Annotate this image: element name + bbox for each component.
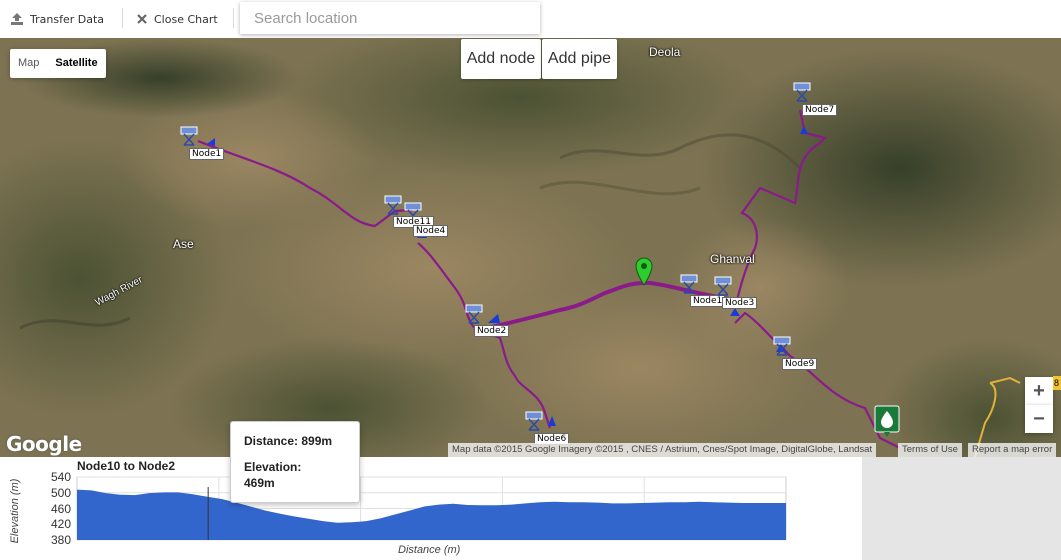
road-shield: 8	[1053, 376, 1061, 390]
map-attribution: Map data ©2015 Google Imagery ©2015 , CN…	[448, 443, 877, 457]
close-chart-button[interactable]: Close Chart	[136, 10, 218, 28]
zoom-out-button[interactable]: −	[1025, 405, 1053, 433]
place-label: Ghanval	[710, 252, 755, 266]
side-panel	[862, 457, 1061, 560]
close-icon	[137, 14, 147, 24]
add-pipe-button[interactable]: Add pipe	[542, 39, 617, 79]
node-tower-icon[interactable]	[773, 336, 791, 356]
terms-of-use-link[interactable]: Terms of Use	[898, 443, 962, 457]
node-tower-icon[interactable]	[714, 276, 732, 296]
search-input[interactable]	[240, 2, 540, 34]
zoom-in-button[interactable]: +	[1025, 377, 1053, 405]
node-label[interactable]: Node2	[474, 325, 510, 337]
toolbar: Transfer Data Close Chart	[0, 0, 1061, 38]
map-type-map[interactable]: Map	[10, 49, 47, 78]
location-pin-icon[interactable]	[634, 256, 654, 286]
node-label[interactable]: Node9	[782, 358, 818, 370]
map[interactable]: Map Satellite Add node Add pipe Deola As…	[0, 38, 1061, 457]
node-label[interactable]: Node7	[802, 104, 838, 116]
node-tower-icon[interactable]	[465, 304, 483, 324]
node-tower-icon[interactable]	[180, 126, 198, 146]
tooltip-distance: Distance: 899m	[244, 434, 333, 448]
google-logo: Google	[6, 432, 82, 456]
node-tower-icon[interactable]	[680, 274, 698, 294]
place-label: Deola	[649, 45, 681, 59]
transfer-data-button[interactable]: Transfer Data	[10, 10, 104, 28]
tooltip-elevation-label: Elevation:	[244, 460, 302, 474]
add-node-button[interactable]: Add node	[461, 39, 541, 79]
place-label: Ase	[173, 237, 194, 251]
node-label[interactable]: Node3	[722, 297, 758, 309]
satellite-imagery	[0, 38, 1061, 457]
close-chart-label: Close Chart	[154, 12, 218, 26]
tooltip-elevation-value: 469m	[244, 476, 275, 490]
toolbar-divider	[233, 8, 234, 28]
node-tower-icon[interactable]	[384, 195, 402, 215]
report-map-error-link[interactable]: Report a map error	[968, 443, 1057, 457]
upload-icon	[11, 13, 23, 25]
toolbar-divider	[122, 8, 123, 28]
node-tower-icon[interactable]	[793, 82, 811, 102]
node-label[interactable]: Node4	[413, 225, 449, 237]
node-label[interactable]: Node1	[189, 148, 225, 160]
transfer-data-label: Transfer Data	[30, 12, 104, 26]
chart-tooltip: Distance: 899m Elevation: 469m	[230, 421, 360, 503]
elevation-chart: Node10 to Node2 Elevation (m) 540 500 460 4…	[0, 457, 862, 560]
map-type-satellite[interactable]: Satellite	[47, 49, 105, 78]
map-type-control: Map Satellite	[10, 49, 106, 78]
chart-x-axis-label: Distance (m)	[398, 544, 461, 556]
water-drop-icon[interactable]	[874, 405, 900, 437]
node-label[interactable]: Node1	[690, 295, 726, 307]
node-tower-icon[interactable]	[525, 411, 543, 431]
